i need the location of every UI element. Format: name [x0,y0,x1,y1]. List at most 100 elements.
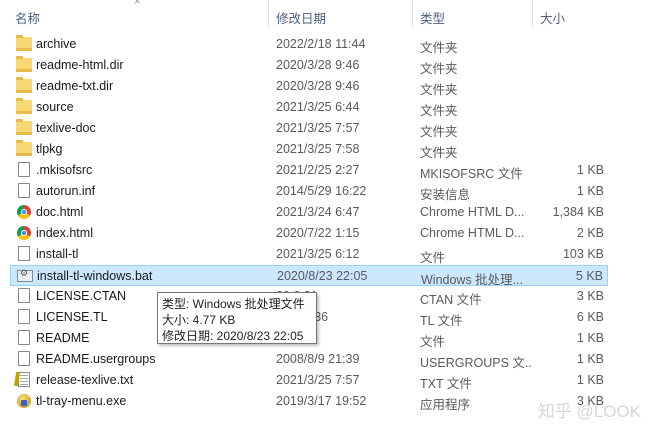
exe-icon [17,394,31,408]
folder-icon [16,77,32,93]
folder-icon [16,119,32,135]
file-row[interactable]: .mkisofsrc 2021/2/25 2:27 MKISOFSRC 文件 1 KB [10,160,608,181]
file-name: tlpkg [36,142,63,156]
file-name: texlive-doc [36,121,96,135]
file-type: 文件夹 [420,125,458,139]
file-date: 2020/8/23 22:05 [277,269,368,283]
tooltip-date: 修改日期: 2020/8/23 22:05 [162,329,304,343]
file-type: 文件夹 [420,146,458,160]
file-name: release-texlive.txt [36,373,134,387]
file-row[interactable]: source 2021/3/25 6:44 文件夹 [10,97,608,118]
folder-icon [16,98,32,114]
file-size: 1 KB [576,184,604,198]
tooltip-size: 大小: 4.77 KB [162,313,236,327]
watermark: 知乎 @LOOK [537,402,641,421]
file-icon [18,330,30,345]
file-name: .mkisofsrc [36,163,93,177]
column-header-type[interactable]: 类型 [420,8,445,27]
column-header-date[interactable]: 修改日期 [276,8,326,27]
file-name: archive [36,37,77,51]
file-date: 2020/3/28 9:46 [276,58,360,72]
file-size: 1 KB [576,163,604,177]
file-type: Chrome HTML D... [420,205,525,219]
file-date: 2020/7/22 1:15 [276,226,360,240]
file-row[interactable]: readme-txt.dir 2020/3/28 9:46 文件夹 [10,76,608,97]
file-size: 103 KB [562,247,604,261]
file-type: 文件夹 [420,83,458,97]
file-info-tooltip: 类型: Windows 批处理文件 大小: 4.77 KB 修改日期: 2020… [157,292,317,344]
file-type: 安装信息 [420,188,471,202]
file-type: CTAN 文件 [420,293,482,307]
chrome-icon [17,226,31,240]
settings-file-icon [18,183,30,198]
file-type: MKISOFSRC 文件 [420,167,523,181]
file-date: 2021/3/25 7:57 [276,121,360,135]
column-header-name[interactable]: 名称 [15,8,40,27]
file-date: 2022/2/18 11:44 [276,37,366,51]
file-size: 1 KB [576,373,604,387]
file-row[interactable]: tl-tray-menu.exe 2019/3/17 19:52 应用程序 3 KB [10,391,608,412]
file-date: 2021/3/25 7:57 [276,373,360,387]
file-name: readme-txt.dir [36,79,114,93]
file-size: 6 KB [576,310,604,324]
file-row[interactable]: README.usergroups 2008/8/9 21:39 USERGROUP… [10,349,608,370]
file-type: 文件 [420,335,446,349]
file-name: autorun.inf [36,184,96,198]
file-name: index.html [36,226,93,240]
folder-icon [16,35,32,51]
file-type: 应用程序 [420,398,471,412]
file-icon [18,162,30,177]
tooltip-type: 类型: Windows 批处理文件 [162,297,305,311]
file-name: readme-html.dir [36,58,124,72]
file-type: TL 文件 [420,314,463,328]
file-row[interactable]: release-texlive.txt 2021/3/25 7:57 TXT 文件 1… [10,370,608,391]
column-divider[interactable] [268,0,269,28]
folder-icon [16,56,32,72]
file-row[interactable]: index.html 2020/7/22 1:15 Chrome HTML D...… [10,223,608,244]
column-header-bar: ^ 名称 修改日期 类型 大小 [0,0,657,28]
file-date: 2021/3/25 6:12 [276,247,360,261]
batch-file-icon [17,268,33,282]
file-name: tl-tray-menu.exe [36,394,127,408]
file-type: 文件夹 [420,104,458,118]
file-size: 5 KB [575,269,603,283]
file-row[interactable]: autorun.inf 2014/5/29 16:22 安装信息 1 KB [10,181,608,202]
file-row[interactable]: tlpkg 2021/3/25 7:58 文件夹 [10,139,608,160]
file-date: 2008/8/9 21:39 [276,352,360,366]
sort-ascending-indicator: ^ [135,0,140,10]
file-icon [18,309,30,324]
file-row[interactable]: doc.html 2021/3/24 6:47 Chrome HTML D... 1,… [10,202,608,223]
file-size: 1 KB [576,331,604,345]
column-divider[interactable] [532,0,533,28]
file-date: 2019/3/17 19:52 [276,394,367,408]
file-name: doc.html [36,205,84,219]
file-type: 文件夹 [420,41,458,55]
file-size: 1,384 KB [552,205,604,219]
file-name: install-tl-windows.bat [37,269,153,283]
file-date: 2021/3/25 6:44 [276,100,360,114]
file-size: 1 KB [576,352,604,366]
file-name: README.usergroups [36,352,156,366]
file-icon [18,288,30,303]
column-divider[interactable] [412,0,413,28]
file-type: 文件 [420,251,446,265]
file-row[interactable]: readme-html.dir 2020/3/28 9:46 文件夹 [10,55,608,76]
file-row[interactable]: texlive-doc 2021/3/25 7:57 文件夹 [10,118,608,139]
file-type: Chrome HTML D... [420,226,525,240]
file-size: 2 KB [576,226,604,240]
file-date: 2021/2/25 2:27 [276,163,360,177]
file-type: USERGROUPS 文... [420,356,532,370]
file-date: 2014/5/29 16:22 [276,184,367,198]
file-icon [18,246,30,261]
file-row[interactable]: archive 2022/2/18 11:44 文件夹 [10,34,608,55]
file-type: TXT 文件 [420,377,472,391]
file-row[interactable]: install-tl 2021/3/25 6:12 文件 103 KB [10,244,608,265]
file-row[interactable]: install-tl-windows.bat2020/8/23 22:05Win… [10,265,608,287]
column-header-size[interactable]: 大小 [540,8,565,27]
file-date: 2021/3/25 7:58 [276,142,360,156]
file-size: 3 KB [576,289,604,303]
file-type: 文件夹 [420,62,458,76]
folder-icon [16,140,32,156]
file-date: 2020/3/28 9:46 [276,79,360,93]
text-file-icon [18,372,30,387]
